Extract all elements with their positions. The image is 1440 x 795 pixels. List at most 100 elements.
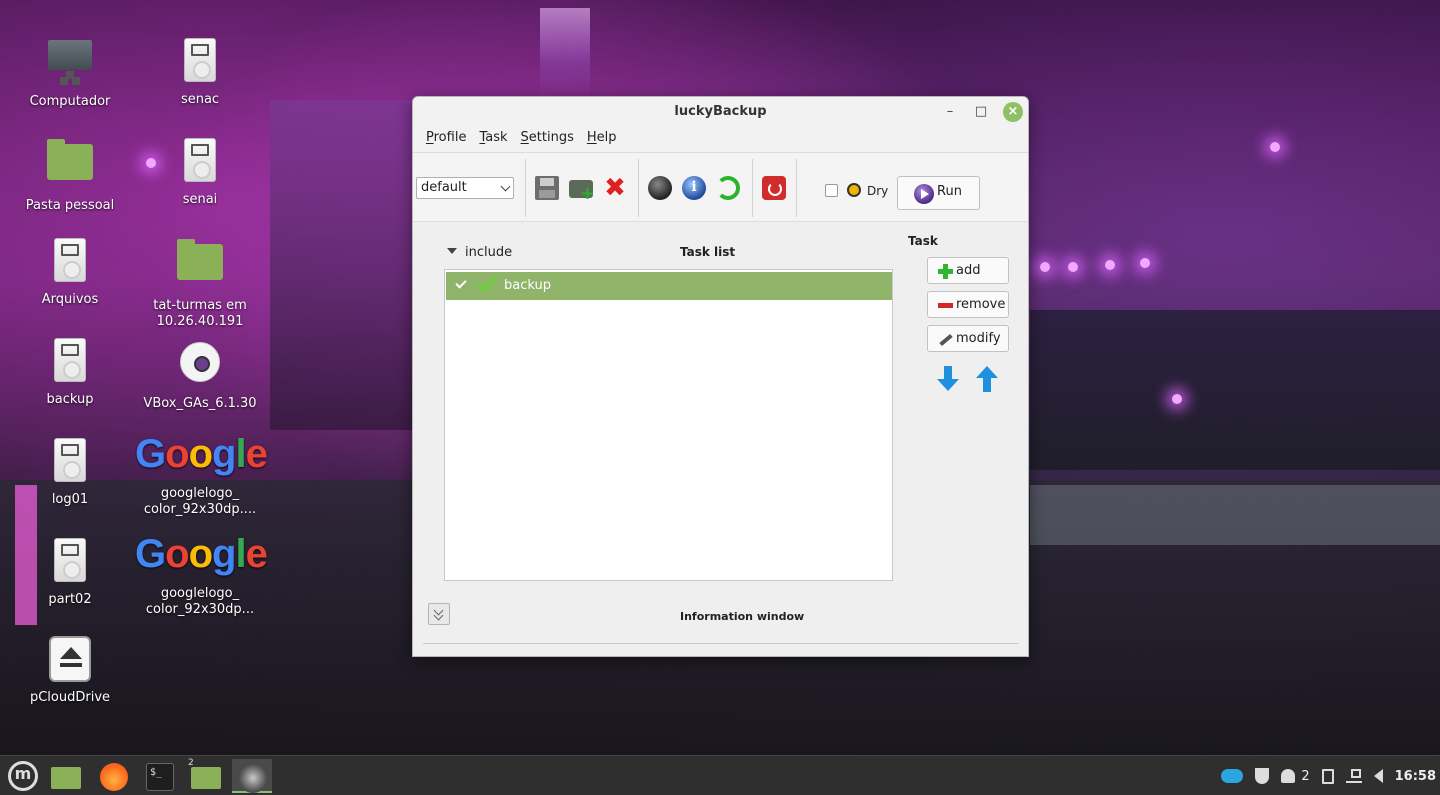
save-profile-icon[interactable] [535,176,559,200]
task-list-header: Task list [680,245,736,259]
desktop-icon-senac[interactable]: senac [135,38,265,108]
task-checkbox[interactable] [454,277,468,291]
taskbar-terminal[interactable]: $_ [140,759,180,793]
drive-icon [184,38,216,82]
modify-task-label: modify [956,331,1001,346]
profile-select-value: default [421,180,467,195]
play-icon [914,184,934,204]
expand-info-icon[interactable] [428,603,450,625]
add-task-button[interactable]: add [927,257,1009,284]
desktop-icon-part02[interactable]: part02 [5,538,135,608]
computer-icon [48,40,92,79]
notification-count: 2 [1301,768,1310,784]
desktop-icon-tat-turmas[interactable]: tat-turmas em 10.26.40.191 [135,238,265,330]
shield-icon[interactable] [1255,768,1270,784]
desktop-icon-label: VBox_GAs_6.1.30 [143,396,257,411]
menu-task[interactable]: Task [474,127,512,151]
divider [423,643,1018,644]
task-list[interactable]: backup [444,269,893,581]
desktop-icon-vbox-gas[interactable]: VBox_GAs_6.1.30 [135,338,265,412]
desktop-icon-googlelogo-2[interactable]: Google googlelogo_ color_92x30dp... [135,532,268,618]
run-button-label: Run [937,184,962,199]
modify-task-button[interactable]: modify [927,325,1009,352]
desktop-icon-label: Pasta pessoal [25,198,115,213]
wallpaper-building [270,100,415,430]
desktop-icon-arquivos[interactable]: Arquivos [5,238,135,308]
google-logo-image: Google [135,432,268,476]
desktop-icon-label: log01 [51,492,89,507]
folder-icon [191,767,221,789]
desktop-icon-senai[interactable]: senai [135,138,265,208]
minimize-button[interactable]: – [940,102,960,122]
menu-button[interactable] [4,759,44,793]
taskbar-luckybackup[interactable] [232,759,272,793]
desktop-icon-label: googlelogo_ color_92x30dp.... [143,486,257,517]
task-name: backup [504,278,551,293]
menu-help[interactable]: Help [582,127,622,151]
information-window-label: Information window [680,610,805,623]
remove-task-button[interactable]: remove [927,291,1009,318]
wallpaper-tower [540,8,590,98]
desktop-icon-pasta-pessoal[interactable]: Pasta pessoal [5,138,135,214]
delete-profile-icon[interactable]: ✖ [603,175,627,201]
taskbar-firefox[interactable] [94,759,134,793]
drive-icon [184,138,216,182]
add-task-label: add [956,263,981,278]
taskbar-files-windows[interactable]: 2 [186,758,226,793]
toolbar-separator [525,159,526,217]
window-title: luckyBackup [674,104,767,119]
desktop-icon-label: senai [182,192,218,207]
wallpaper-light [1270,142,1280,152]
terminal-icon: $_ [146,763,174,791]
minus-icon [938,298,953,312]
desktop-icon-pclouddrive[interactable]: pCloudDrive [5,636,135,706]
sync-icon[interactable] [716,176,740,200]
drive-icon [54,438,86,482]
clock[interactable]: 16:58 [1395,769,1436,784]
drive-icon [54,338,86,382]
profile-select[interactable]: default [416,177,514,199]
firefox-icon [100,763,128,791]
desktop-icon-label: tat-turmas em 10.26.40.191 [153,298,247,329]
info-icon[interactable] [682,176,706,200]
volume-icon[interactable] [1373,769,1383,783]
include-header[interactable]: include [447,245,512,260]
desktop-icon-computador[interactable]: Computador [5,38,135,110]
wallpaper-light [1172,394,1182,404]
wallpaper-building [1030,310,1440,470]
plus-icon [938,264,953,279]
move-down-arrow-icon[interactable] [937,366,959,392]
desktop-icon-label: googlelogo_ color_92x30dp... [145,586,255,617]
menu-profile[interactable]: Profile [421,127,471,151]
window-titlebar[interactable]: luckyBackup – □ × [413,97,1028,127]
remove-task-label: remove [956,297,1006,312]
desktop-icon-label: part02 [48,592,92,607]
notifications-icon[interactable] [1281,769,1296,783]
luckybackup-window: luckyBackup – □ × Profile Task Settings … [412,96,1029,657]
taskbar: $_ 2 2 16:58 [0,755,1440,795]
pcloud-icon[interactable] [1221,769,1244,783]
taskbar-files[interactable] [46,759,86,793]
dry-run-checkbox[interactable] [825,184,838,197]
task-row[interactable]: backup [446,272,892,300]
maximize-button[interactable]: □ [971,102,991,122]
desktop-icon-label: Computador [29,94,111,109]
run-button[interactable]: Run [897,176,980,210]
move-up-arrow-icon[interactable] [976,366,998,392]
view-logs-icon[interactable] [648,176,672,200]
shutdown-icon[interactable] [762,176,786,200]
menu-settings[interactable]: Settings [516,127,579,151]
folder-icon [51,767,81,789]
close-button[interactable]: × [1003,102,1023,122]
desktop-icon-googlelogo-1[interactable]: Google googlelogo_ color_92x30dp.... [135,432,268,518]
mint-logo-icon [8,761,38,791]
toolbar-separator [752,159,753,217]
new-profile-icon[interactable] [569,180,595,204]
document-icon[interactable] [1321,768,1334,784]
network-icon[interactable] [1345,769,1362,783]
drive-icon [54,538,86,582]
wallpaper-wall [1030,485,1440,545]
desktop-icon-log01[interactable]: log01 [5,438,135,508]
google-logo-image: Google [135,532,268,576]
desktop-icon-backup[interactable]: backup [5,338,135,408]
